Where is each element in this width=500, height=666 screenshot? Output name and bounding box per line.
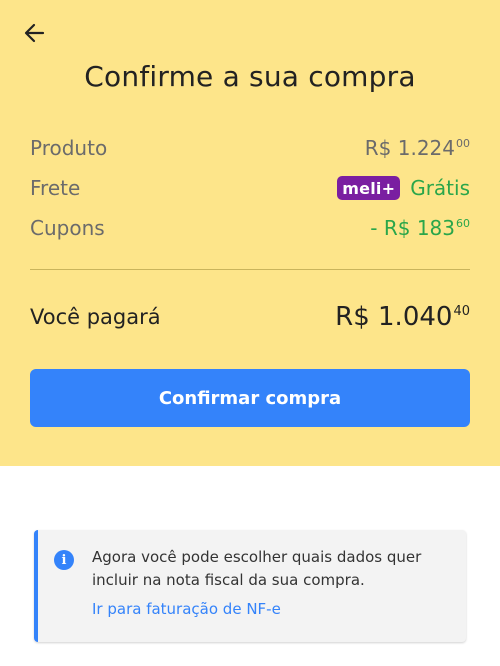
- total-label: Você pagará: [30, 305, 161, 329]
- shipping-value-group: meli+ Grátis: [337, 176, 470, 200]
- meli-plus-badge: meli+: [337, 176, 401, 200]
- shipping-row: Frete meli+ Grátis: [30, 176, 470, 200]
- product-row: Produto R$ 1.224 00: [30, 136, 470, 160]
- confirm-purchase-button[interactable]: Confirmar compra: [30, 369, 470, 427]
- total-cents: 40: [453, 304, 470, 319]
- nfe-info-notice: i Agora você pode escolher quais dados q…: [34, 530, 466, 642]
- coupons-amount: 183: [416, 216, 455, 240]
- summary-divider: [30, 269, 470, 270]
- nfe-billing-link[interactable]: Ir para faturação de NF-e: [92, 600, 281, 618]
- notice-accent-bar: [34, 530, 38, 642]
- shipping-value: Grátis: [410, 176, 470, 200]
- total-row: Você pagará R$ 1.040 40: [30, 302, 470, 332]
- product-amount: 1.224: [397, 136, 455, 160]
- product-label: Produto: [30, 136, 108, 160]
- total-price: R$ 1.040 40: [335, 302, 470, 332]
- coupons-row: Cupons - R$ 183 60: [30, 216, 470, 240]
- coupons-prefix: - R$: [370, 216, 411, 240]
- arrow-left-icon: [24, 23, 45, 43]
- total-currency: R$: [335, 302, 370, 332]
- back-button[interactable]: [22, 20, 48, 46]
- total-amount: 1.040: [378, 302, 453, 332]
- coupons-cents: 60: [456, 217, 470, 230]
- coupons-label: Cupons: [30, 216, 105, 240]
- product-cents: 00: [456, 137, 470, 150]
- page-title: Confirme a sua compra: [84, 60, 416, 93]
- shipping-label: Frete: [30, 176, 81, 200]
- product-currency: R$: [364, 136, 392, 160]
- coupons-discount: - R$ 183 60: [370, 216, 470, 240]
- product-price: R$ 1.224 00: [365, 136, 470, 160]
- info-icon: i: [54, 550, 74, 570]
- notice-message: Agora você pode escolher quais dados que…: [92, 548, 422, 589]
- checkout-summary-panel: Confirme a sua compra Produto R$ 1.224 00…: [0, 0, 500, 466]
